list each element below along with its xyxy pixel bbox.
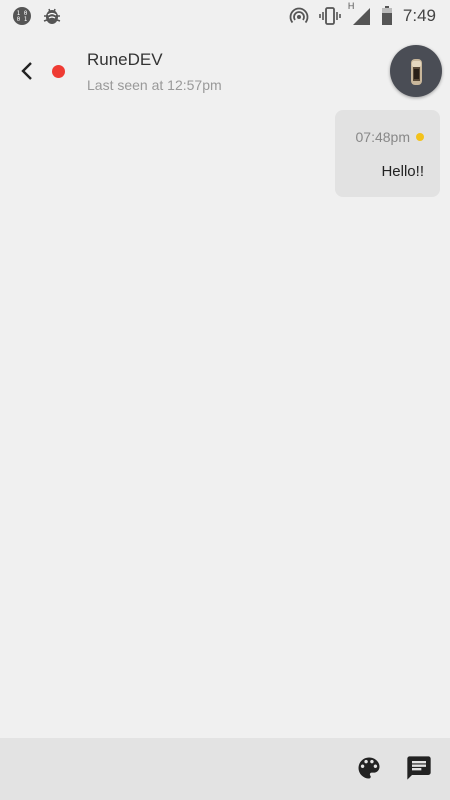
back-button[interactable] (14, 58, 40, 84)
contact-name: RuneDEV (87, 50, 163, 69)
status-bar-right: H 7:49 (289, 1, 450, 26)
palette-icon (358, 757, 380, 779)
palette-button[interactable] (355, 754, 383, 782)
data-saver-icon: 1 0 0 1 (12, 6, 32, 26)
message-bubble[interactable]: 07:48pm Hello!! (335, 110, 440, 197)
bug-icon (42, 6, 62, 26)
chevron-left-icon (21, 62, 32, 80)
chat-icon (407, 756, 431, 780)
last-seen-text: Last seen at 12:57pm (87, 77, 222, 93)
message-time: 07:48pm (355, 129, 410, 145)
online-status-dot (52, 65, 65, 78)
chat-button[interactable] (405, 754, 433, 782)
avatar-image (411, 59, 422, 85)
network-type-label: H (347, 1, 355, 11)
message-text: Hello!! (381, 163, 424, 180)
status-bar-left: 1 0 0 1 (0, 6, 62, 26)
signal-icon: H (348, 1, 371, 26)
vibrate-icon (319, 6, 341, 26)
status-time: 7:49 (402, 6, 436, 25)
message-status-dot (416, 133, 424, 141)
svg-text:0 1: 0 1 (17, 16, 28, 23)
battery-icon (381, 6, 393, 26)
bottom-bar (0, 738, 450, 800)
status-bar: 1 0 0 1 H 7:49 (0, 0, 450, 32)
avatar[interactable] (390, 45, 442, 97)
chat-header: RuneDEV Last seen at 12:57pm (0, 40, 450, 104)
hotspot-icon (289, 6, 309, 26)
